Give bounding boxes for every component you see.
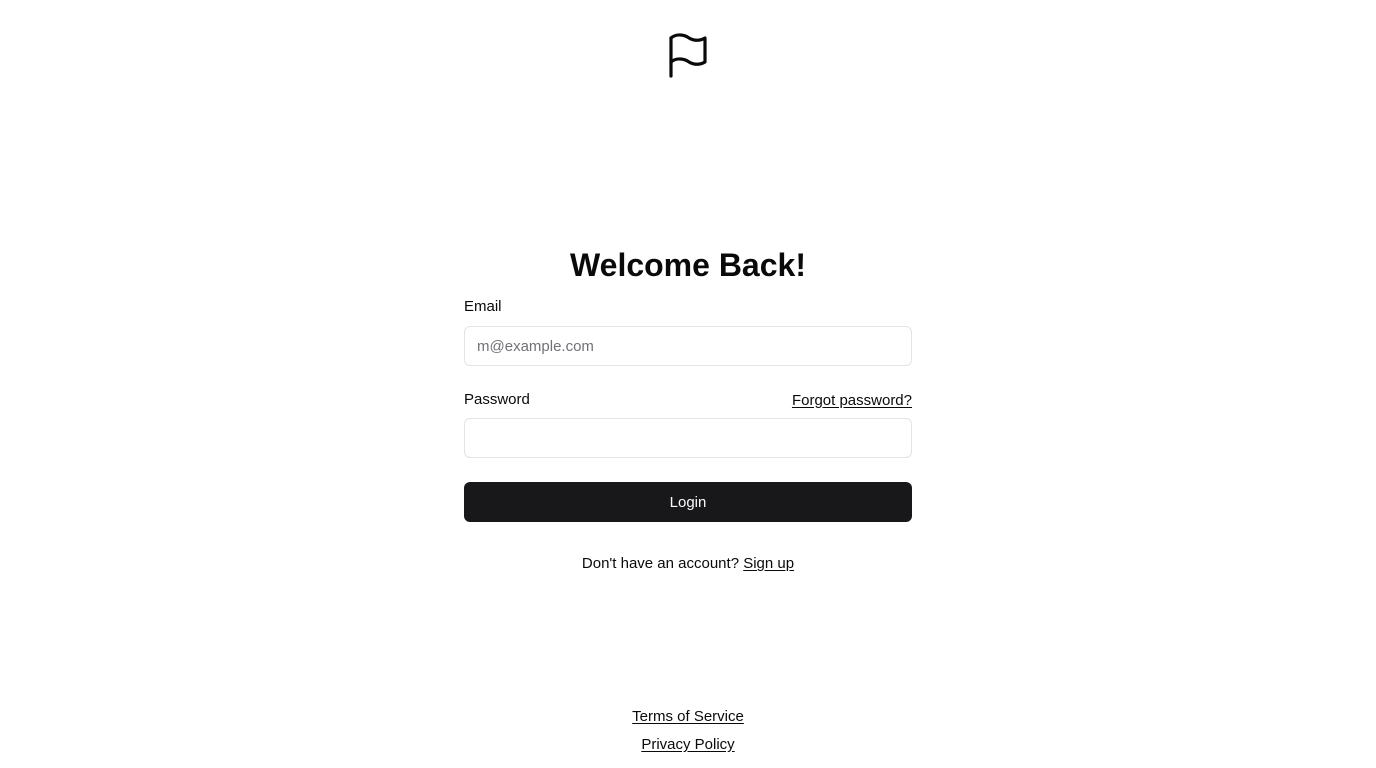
signup-prompt: Don't have an account? Sign up: [464, 554, 912, 574]
terms-of-service-link[interactable]: Terms of Service: [632, 708, 744, 725]
privacy-policy-link[interactable]: Privacy Policy: [641, 736, 734, 753]
email-label: Email: [464, 298, 502, 315]
email-field[interactable]: [464, 326, 912, 366]
signup-prompt-text: Don't have an account?: [581, 555, 740, 572]
password-label: Password: [464, 391, 530, 408]
signup-link[interactable]: Sign up: [743, 555, 794, 572]
page-title: Welcome Back!: [570, 247, 806, 284]
footer: Terms of Service Privacy Policy: [0, 703, 1376, 759]
password-label-row: Password Forgot password?: [464, 390, 912, 410]
forgot-password-link[interactable]: Forgot password?: [792, 392, 912, 409]
login-button[interactable]: Login: [464, 482, 912, 522]
login-page: Welcome Back! Email Password Forgot pass…: [0, 0, 1376, 768]
password-field[interactable]: [464, 418, 912, 458]
flag-icon: [667, 32, 709, 80]
